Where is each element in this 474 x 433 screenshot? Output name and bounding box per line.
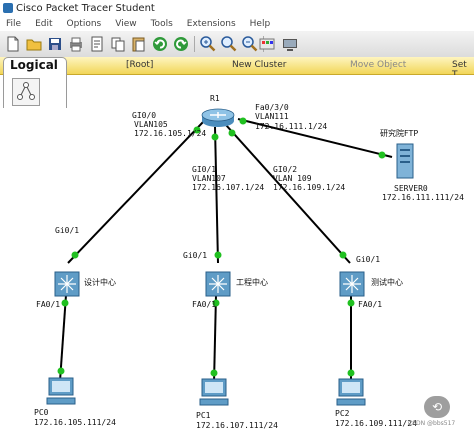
navigation-icon[interactable]: [12, 78, 40, 106]
link-light: [214, 251, 222, 259]
menu-options[interactable]: Options: [67, 19, 102, 29]
s1-dn-port: FA0/1: [36, 300, 61, 309]
title-bar: Cisco Packet Tracer Student: [0, 0, 474, 17]
link-light: [57, 367, 65, 375]
open-folder-icon[interactable]: [25, 35, 43, 53]
s3-up-port: Gi0/1: [356, 255, 381, 264]
link-light: [339, 251, 347, 259]
pc-pc2[interactable]: [336, 378, 366, 406]
root-button[interactable]: [Root]: [126, 60, 153, 70]
link-r1-s2: [214, 126, 219, 264]
r-fa030-vlan: VLAN111: [255, 112, 289, 121]
menu-bar: File Edit Options View Tools Extensions …: [0, 17, 474, 31]
workspace-canvas[interactable]: R1 GI0/0 VLAN105 172.16.105.1/24 Fa0/3/0…: [0, 75, 474, 433]
activity-wizard-icon[interactable]: [88, 35, 106, 53]
menu-tools[interactable]: Tools: [151, 19, 173, 29]
switch1-name: 设计中心: [84, 278, 116, 287]
switch-test-center[interactable]: [339, 271, 365, 297]
pc1-ip: 172.16.107.111/24: [196, 421, 278, 430]
link-light: [71, 251, 79, 259]
app-icon: [3, 3, 13, 13]
r-g00-ip: 172.16.105.1/24: [134, 129, 207, 138]
redo-icon[interactable]: [172, 35, 190, 53]
link-light: [211, 133, 219, 141]
s2-up-port: Gi0/1: [183, 251, 208, 260]
switch2-name: 工程中心: [236, 278, 268, 287]
router-r1[interactable]: [200, 108, 236, 128]
toolbar: [0, 31, 474, 58]
s1-up-port: Gi0/1: [55, 226, 80, 235]
pc0-name: PC0: [34, 408, 49, 417]
s3-dn-port: FA0/1: [358, 300, 383, 309]
zoom-out-icon[interactable]: [241, 35, 259, 53]
pc1-name: PC1: [196, 411, 211, 420]
switch-design-center[interactable]: [54, 271, 80, 297]
window-title: Cisco Packet Tracer Student: [16, 3, 155, 14]
palette-icon[interactable]: [258, 35, 276, 53]
watermark: CSDN @bbs517: [408, 420, 456, 427]
link-light: [228, 129, 236, 137]
move-object-button[interactable]: Move Object: [350, 60, 406, 70]
switch-engineering-center[interactable]: [205, 271, 231, 297]
save-icon[interactable]: [46, 35, 64, 53]
link-light: [239, 117, 247, 125]
router-name: R1: [210, 94, 220, 103]
menu-help[interactable]: Help: [250, 19, 271, 29]
zoom-in-icon[interactable]: [199, 35, 217, 53]
menu-edit[interactable]: Edit: [35, 19, 52, 29]
link-light: [378, 151, 386, 159]
server-server0[interactable]: [396, 143, 414, 179]
link-light: [210, 369, 218, 377]
zoom-reset-icon[interactable]: [220, 35, 238, 53]
zoom-fit-button[interactable]: ⟲: [424, 396, 450, 418]
r-fa030-ip: 172.16.111.1/24: [255, 122, 328, 131]
pc-pc1[interactable]: [199, 378, 229, 406]
menu-file[interactable]: File: [6, 19, 21, 29]
link-r1-s3: [225, 124, 351, 264]
menu-view[interactable]: View: [115, 19, 136, 29]
menu-extensions[interactable]: Extensions: [187, 19, 236, 29]
link-light: [61, 299, 69, 307]
logical-label: Logical: [10, 58, 58, 72]
print-icon[interactable]: [67, 35, 85, 53]
custom-device-icon[interactable]: [281, 35, 299, 53]
paste-icon[interactable]: [130, 35, 148, 53]
s2-dn-port: FA0/1: [192, 300, 217, 309]
copy-icon[interactable]: [109, 35, 127, 53]
undo-icon[interactable]: [151, 35, 169, 53]
link-light: [347, 369, 355, 377]
link-r1-s1: [67, 120, 205, 264]
pc-pc0[interactable]: [46, 377, 76, 405]
pc2-name: PC2: [335, 409, 350, 418]
server-title: 研究院FTP: [380, 129, 419, 138]
r-g02-ip: 172.16.109.1/24: [273, 183, 346, 192]
new-file-icon[interactable]: [4, 35, 22, 53]
switch3-name: 测试中心: [371, 278, 403, 287]
r-g01-ip: 172.16.107.1/24: [192, 183, 265, 192]
pc0-ip: 172.16.105.111/24: [34, 418, 116, 427]
server-ip: 172.16.111.111/24: [382, 193, 464, 202]
pc2-ip: 172.16.109.111/24: [335, 419, 417, 428]
link-light: [347, 299, 355, 307]
new-cluster-button[interactable]: New Cluster: [232, 60, 286, 70]
